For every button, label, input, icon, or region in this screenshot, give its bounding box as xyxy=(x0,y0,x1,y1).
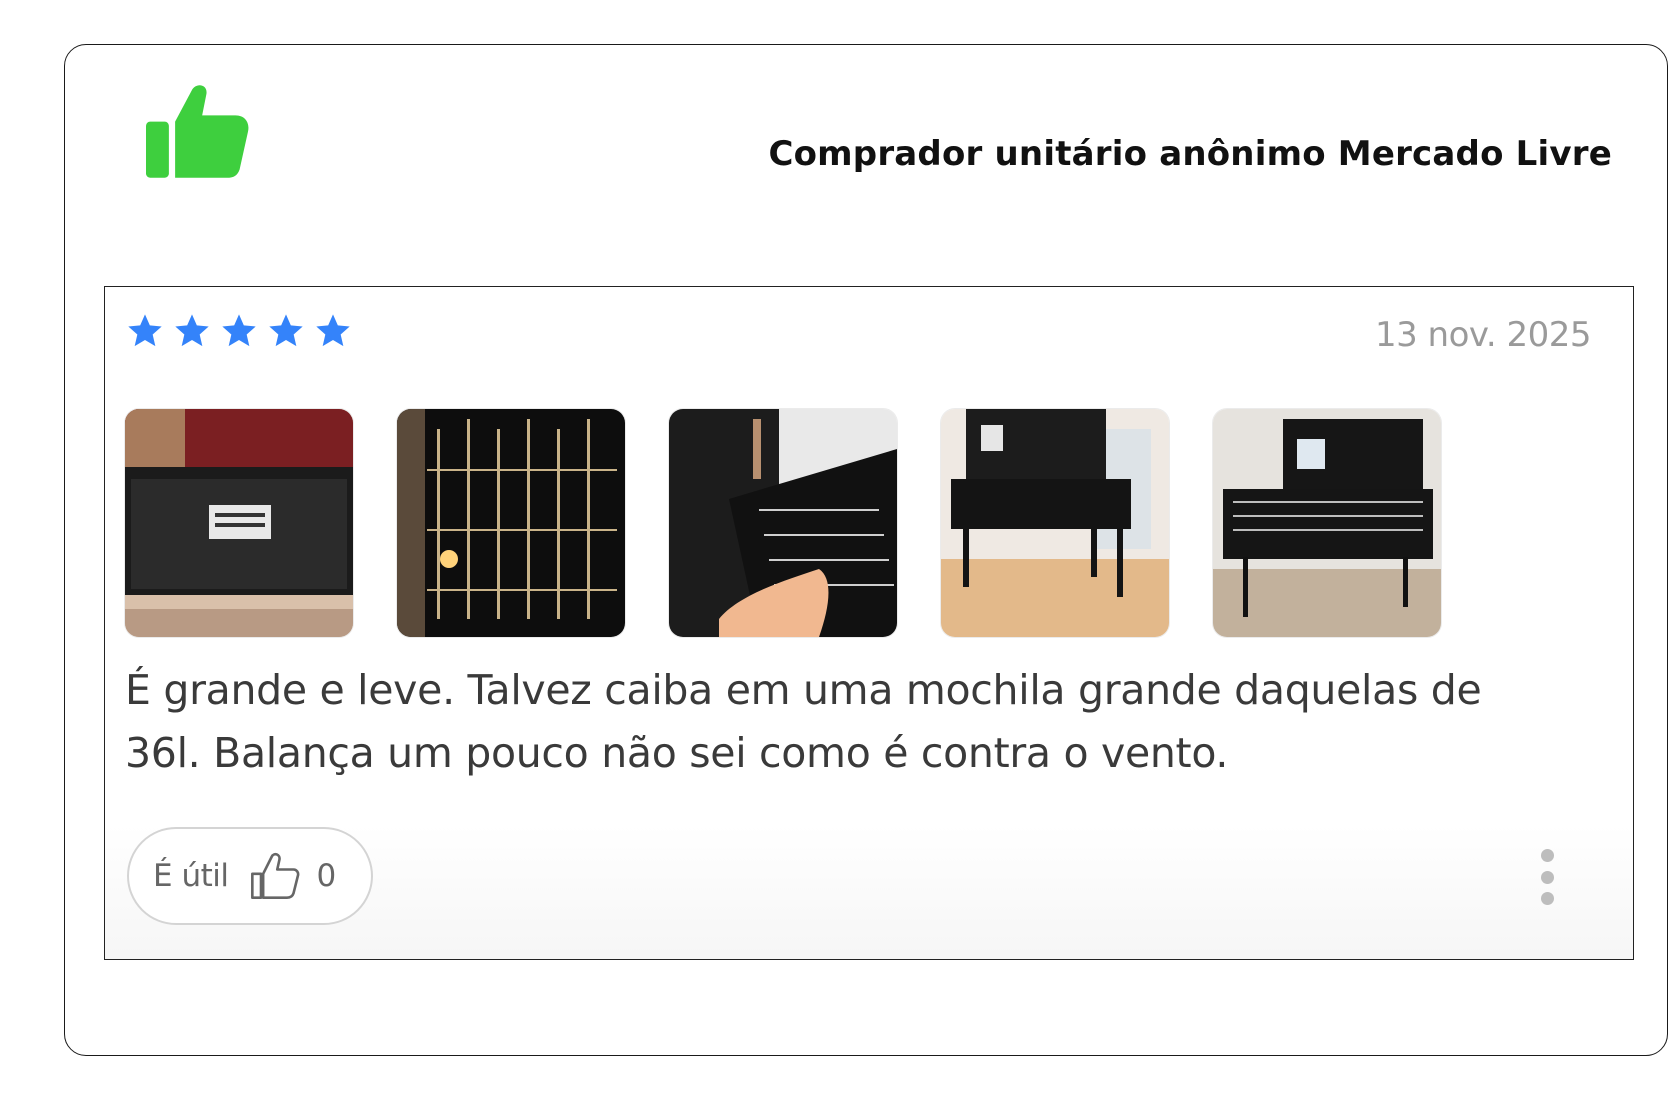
review-photo[interactable] xyxy=(669,409,897,637)
review-item: 13 nov. 2025 É grande e leve. Talvez cai… xyxy=(104,286,1634,960)
buyer-label: Comprador unitário anônimo Mercado Livre xyxy=(768,134,1612,174)
star-icon xyxy=(269,314,303,347)
star-icon xyxy=(316,314,350,347)
review-photos xyxy=(125,409,1441,637)
review-date: 13 nov. 2025 xyxy=(1374,315,1592,355)
thumbs-up-outline-icon xyxy=(251,852,300,899)
review-photo[interactable] xyxy=(397,409,625,637)
review-photo[interactable] xyxy=(125,409,353,637)
more-dot xyxy=(1540,849,1554,862)
thumbs-up-icon xyxy=(146,85,249,178)
review-text: É grande e leve. Talvez caiba em uma moc… xyxy=(125,666,1482,777)
review-photo[interactable] xyxy=(1213,409,1441,637)
star-icon xyxy=(128,314,162,347)
useful-count: 0 xyxy=(316,858,337,894)
star-icon xyxy=(175,314,209,347)
review-photo[interactable] xyxy=(941,409,1169,637)
star-rating xyxy=(125,311,353,351)
more-dot xyxy=(1540,892,1554,905)
useful-label: É útil xyxy=(153,858,229,894)
more-vertical-icon[interactable] xyxy=(1537,849,1557,905)
useful-button[interactable]: É útil 0 xyxy=(127,827,373,925)
more-dot xyxy=(1540,870,1554,884)
star-icon xyxy=(222,314,256,347)
